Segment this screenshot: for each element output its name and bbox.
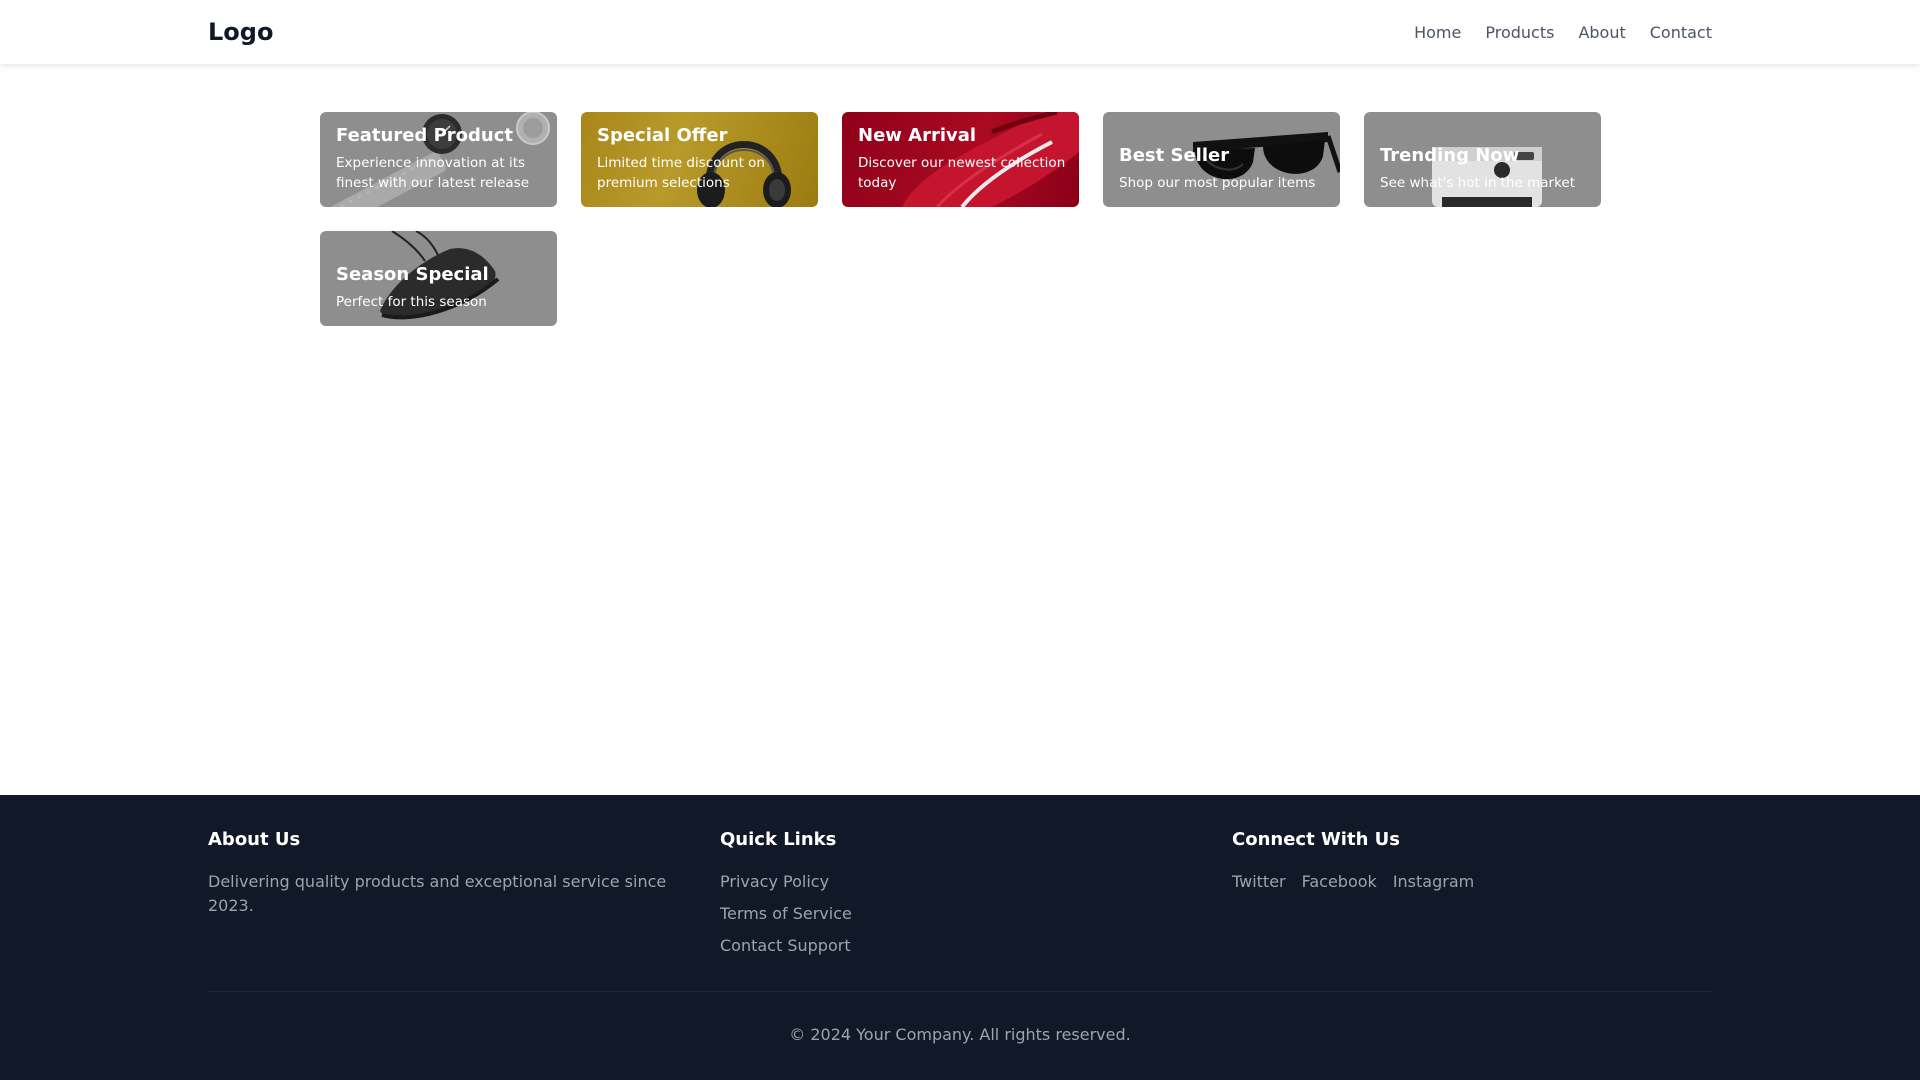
footer-about-title: About Us: [208, 829, 301, 850]
social-links: Twitter Facebook Instagram: [1232, 870, 1712, 894]
footer-connect: Connect With Us Twitter Facebook Instagr…: [1232, 795, 1712, 990]
footer-about: About Us Delivering quality products and…: [208, 795, 720, 990]
footer-divider: [208, 991, 1712, 992]
card-content: Featured Product Experience innovation a…: [336, 125, 545, 193]
card-featured-product[interactable]: Featured Product Experience innovation a…: [320, 112, 557, 207]
card-new-arrival[interactable]: New Arrival Discover our newest collecti…: [842, 112, 1079, 207]
card-grid: Featured Product Experience innovation a…: [320, 112, 1601, 326]
card-description: Discover our newest collection today: [858, 155, 1066, 191]
logo[interactable]: Logo: [208, 18, 273, 46]
footer-columns: About Us Delivering quality products and…: [208, 795, 1712, 990]
card-description: Perfect for this season: [336, 294, 487, 310]
site-footer: About Us Delivering quality products and…: [0, 795, 1920, 1080]
card-description: Shop our most popular items: [1119, 175, 1316, 191]
instagram-link[interactable]: Instagram: [1393, 870, 1474, 894]
card-content: New Arrival Discover our newest collecti…: [858, 125, 1067, 193]
nav-home[interactable]: Home: [1414, 23, 1461, 42]
card-content: Special Offer Limited time discount on p…: [597, 125, 806, 193]
copyright-text: © 2024 Your Company. All rights reserved…: [789, 1025, 1131, 1044]
card-title: Best Seller: [1119, 145, 1230, 166]
card-description: Experience innovation at its finest with…: [336, 155, 530, 191]
card-title: Season Special: [336, 264, 489, 285]
card-title: New Arrival: [858, 125, 977, 146]
card-title: Special Offer: [597, 125, 728, 146]
footer-quick-links-title: Quick Links: [720, 829, 837, 850]
card-title: Featured Product: [336, 125, 513, 146]
list-item: Terms of Service: [720, 902, 1232, 926]
card-description: Limited time discount on premium selecti…: [597, 155, 765, 191]
header-inner: Logo Home Products About Contact: [208, 0, 1712, 64]
card-content: Trending Now See what's hot in the marke…: [1380, 145, 1589, 193]
footer-quick-links: Quick Links Privacy Policy Terms of Serv…: [720, 795, 1232, 990]
footer-about-text: Delivering quality products and exceptio…: [208, 872, 667, 915]
card-content: Best Seller Shop our most popular items: [1119, 145, 1328, 193]
quick-links-list: Privacy Policy Terms of Service Contact …: [720, 870, 1232, 958]
card-title: Trending Now: [1380, 145, 1520, 166]
card-season-special[interactable]: Season Special Perfect for this season: [320, 231, 557, 326]
nav-products[interactable]: Products: [1485, 23, 1554, 42]
privacy-policy-link[interactable]: Privacy Policy: [720, 872, 829, 891]
facebook-link[interactable]: Facebook: [1302, 870, 1377, 894]
card-content: Season Special Perfect for this season: [336, 264, 545, 312]
main-nav: Home Products About Contact: [1414, 23, 1712, 42]
contact-support-link[interactable]: Contact Support: [720, 936, 851, 955]
card-trending-now[interactable]: Trending Now See what's hot in the marke…: [1364, 112, 1601, 207]
card-special-offer[interactable]: Special Offer Limited time discount on p…: [581, 112, 818, 207]
list-item: Contact Support: [720, 934, 1232, 958]
list-item: Privacy Policy: [720, 870, 1232, 894]
footer-connect-title: Connect With Us: [1232, 829, 1400, 850]
terms-of-service-link[interactable]: Terms of Service: [720, 904, 852, 923]
card-description: See what's hot in the market: [1380, 175, 1576, 191]
twitter-link[interactable]: Twitter: [1232, 870, 1286, 894]
card-best-seller[interactable]: Best Seller Shop our most popular items: [1103, 112, 1340, 207]
nav-contact[interactable]: Contact: [1650, 23, 1712, 42]
site-header: Logo Home Products About Contact: [0, 0, 1920, 64]
nav-about[interactable]: About: [1578, 23, 1625, 42]
